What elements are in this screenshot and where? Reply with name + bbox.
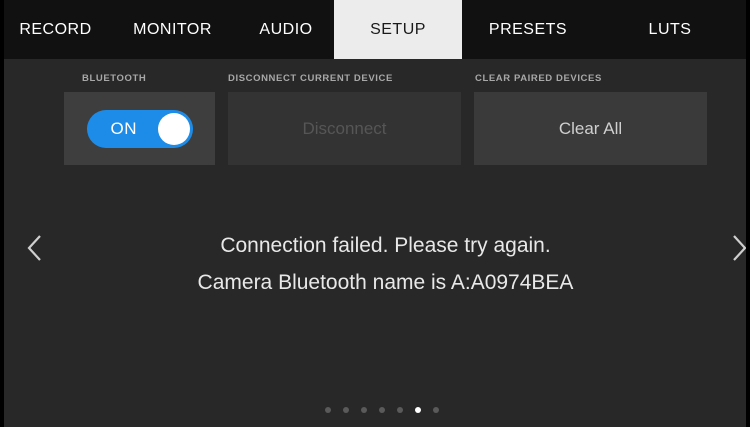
- page-dot[interactable]: [361, 407, 367, 413]
- tab-presets[interactable]: PRESETS: [462, 0, 594, 59]
- status-message-line2: Camera Bluetooth name is A:A0974BEA: [197, 271, 574, 294]
- disconnect-button[interactable]: Disconnect: [228, 92, 461, 165]
- disconnect-current-device-label: DISCONNECT CURRENT DEVICE: [228, 73, 393, 84]
- page-dot[interactable]: [325, 407, 331, 413]
- tab-record[interactable]: RECORD: [4, 0, 107, 59]
- bluetooth-toggle-label: ON: [110, 118, 137, 138]
- page-dot[interactable]: [397, 407, 403, 413]
- tab-monitor[interactable]: MONITOR: [107, 0, 238, 59]
- clear-all-button[interactable]: Clear All: [474, 92, 707, 165]
- page-dot[interactable]: [433, 407, 439, 413]
- bluetooth-label: BLUETOOTH: [82, 73, 147, 84]
- chevron-right-icon[interactable]: [728, 232, 746, 264]
- tab-luts[interactable]: LUTS: [594, 0, 746, 59]
- tab-audio[interactable]: AUDIO: [238, 0, 334, 59]
- clear-paired-devices-label: CLEAR PAIRED DEVICES: [475, 73, 602, 84]
- page-dot-active[interactable]: [415, 407, 421, 413]
- bluetooth-panel: ON: [64, 92, 215, 165]
- tab-bar: RECORD MONITOR AUDIO SETUP PRESETS LUTS: [4, 0, 746, 59]
- page-indicator: [325, 407, 451, 413]
- camera-setup-screen: RECORD MONITOR AUDIO SETUP PRESETS LUTS …: [4, 0, 746, 427]
- toggle-knob: [157, 112, 190, 145]
- chevron-left-icon[interactable]: [24, 232, 48, 264]
- bluetooth-toggle[interactable]: ON: [86, 109, 193, 148]
- status-message-line1: Connection failed. Please try again.: [220, 234, 551, 257]
- page-dot[interactable]: [343, 407, 349, 413]
- page-dot[interactable]: [379, 407, 385, 413]
- tab-setup[interactable]: SETUP: [334, 0, 462, 59]
